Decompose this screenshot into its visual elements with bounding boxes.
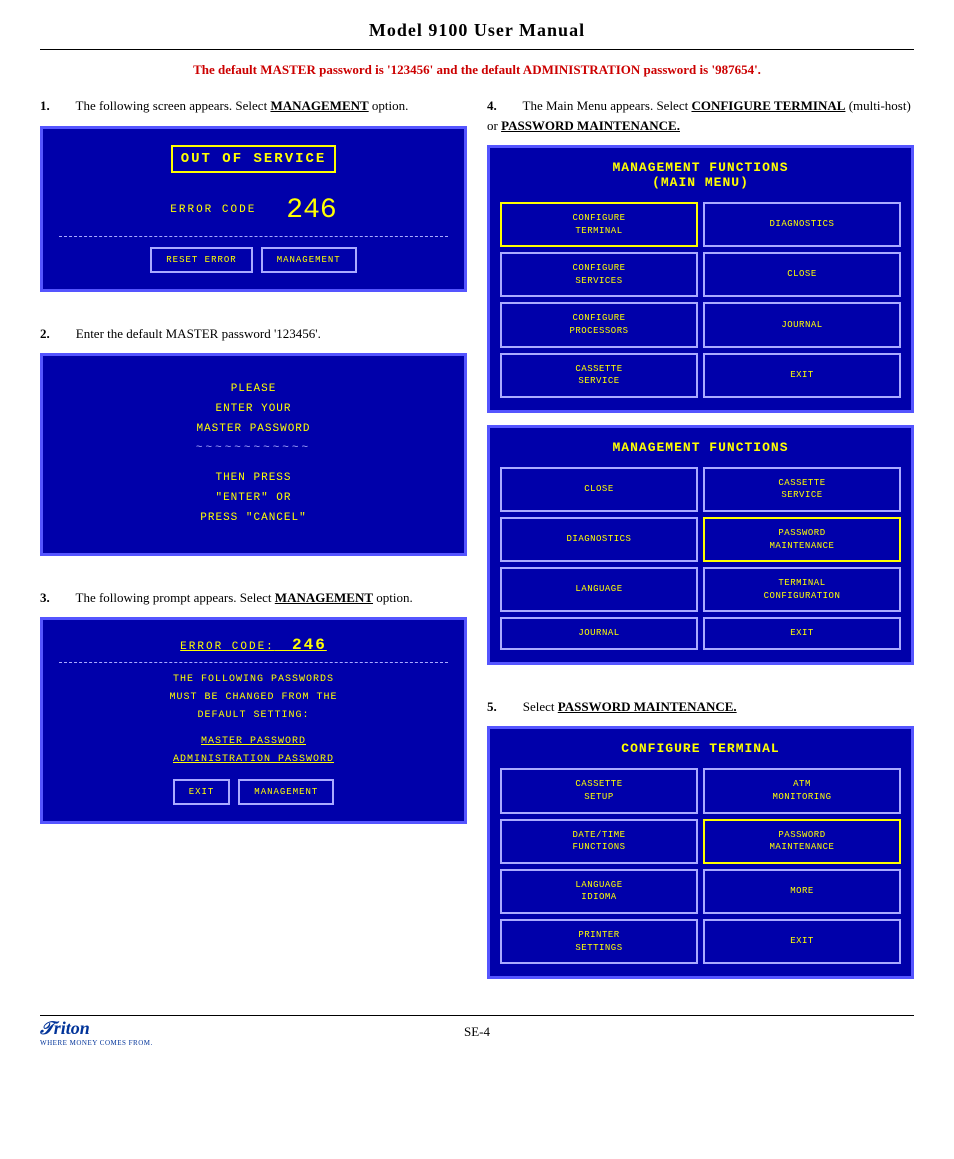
screen2-line4: THEN PRESS	[59, 469, 448, 489]
screen3-btn-row: EXIT MANAGEMENT	[59, 779, 448, 805]
atm-screen-3: ERROR CODE: 246 THE FOLLOWING PASSWORDS …	[40, 617, 467, 824]
menu2-password-maintenance[interactable]: PASSWORDMAINTENANCE	[703, 517, 901, 562]
screen3-l1: THE FOLLOWING PASSWORDS	[59, 671, 448, 689]
menu3-title: CONFIGURE TERMINAL	[500, 741, 901, 756]
red-notice: The default MASTER password is '123456' …	[40, 62, 914, 78]
atm-screen-2: PLEASE ENTER YOUR MASTER PASSWORD ~~~~~~…	[40, 353, 467, 556]
section-2: 2. Enter the default MASTER password '12…	[40, 324, 467, 556]
menu1-grid: CONFIGURETERMINAL DIAGNOSTICS CONFIGURES…	[500, 202, 901, 398]
menu2-title: MANAGEMENT FUNCTIONS	[500, 440, 901, 455]
screen2-line2: ENTER YOUR	[59, 400, 448, 420]
screen3-error-label: ERROR CODE: 246	[59, 636, 448, 654]
page-header: Model 9100 User Manual	[40, 20, 914, 50]
screen2-dashes: ~~~~~~~~~~~~	[59, 439, 448, 459]
screen3-pw2: ADMINISTRATION PASSWORD	[59, 751, 448, 769]
screen3-l3: DEFAULT SETTING:	[59, 707, 448, 725]
s3-number: 3.	[40, 590, 50, 605]
screen1-management-btn[interactable]: MANAGEMENT	[261, 247, 357, 273]
menu2-language[interactable]: LANGUAGE	[500, 567, 698, 612]
page-number: SE-4	[464, 1024, 490, 1040]
screen3-management-btn[interactable]: MANAGEMENT	[238, 779, 334, 805]
menu2-close[interactable]: CLOSE	[500, 467, 698, 512]
menu-screen-3: CONFIGURE TERMINAL CASSETTESETUP ATMMONI…	[487, 726, 914, 979]
section-1-text: 1. The following screen appears. Select …	[40, 96, 467, 116]
screen2-line6: PRESS "CANCEL"	[59, 509, 448, 529]
s1-number: 1.	[40, 98, 50, 113]
s2-number: 2.	[40, 326, 50, 341]
screen2-line5: "ENTER" OR	[59, 489, 448, 509]
s5-number: 5.	[487, 699, 497, 714]
page-footer: 𝒯riton WHERE MONEY COMES FROM. SE-4	[40, 1015, 914, 1040]
menu1-exit[interactable]: EXIT	[703, 353, 901, 398]
menu2-journal[interactable]: JOURNAL	[500, 617, 698, 650]
menu1-configure-terminal[interactable]: CONFIGURETERMINAL	[500, 202, 698, 247]
triton-logo: 𝒯riton	[40, 1018, 90, 1038]
menu-screen-2: MANAGEMENT FUNCTIONS CLOSE CASSETTESERVI…	[487, 425, 914, 665]
menu2-grid: CLOSE CASSETTESERVICE DIAGNOSTICS PASSWO…	[500, 467, 901, 650]
notice-text: The default MASTER password is '123456' …	[193, 62, 761, 77]
screen3-pw1: MASTER PASSWORD	[59, 733, 448, 751]
screen1-error-row: ERROR CODE 246	[59, 195, 448, 226]
footer-logo-area: 𝒯riton WHERE MONEY COMES FROM.	[40, 1018, 153, 1047]
screen2-line1: PLEASE	[59, 380, 448, 400]
content-area: 1. The following screen appears. Select …	[40, 96, 914, 995]
menu1-title: MANAGEMENT FUNCTIONS(MAIN MENU)	[500, 160, 901, 190]
screen3-l2: MUST BE CHANGED FROM THE	[59, 689, 448, 707]
left-column: 1. The following screen appears. Select …	[40, 96, 467, 995]
screen3-body: THE FOLLOWING PASSWORDS MUST BE CHANGED …	[59, 671, 448, 769]
screen1-dashed-line	[59, 236, 448, 237]
menu2-exit[interactable]: EXIT	[703, 617, 901, 650]
menu3-printer-settings[interactable]: PRINTERSETTINGS	[500, 919, 698, 964]
s4-number: 4.	[487, 98, 497, 113]
screen2-body: PLEASE ENTER YOUR MASTER PASSWORD ~~~~~~…	[59, 380, 448, 529]
section-4-text: 4. The Main Menu appears. Select CONFIGU…	[487, 96, 914, 135]
section-1: 1. The following screen appears. Select …	[40, 96, 467, 292]
menu1-configure-processors[interactable]: CONFIGUREPROCESSORS	[500, 302, 698, 347]
screen1-title: OUT OF SERVICE	[171, 145, 337, 173]
right-column: 4. The Main Menu appears. Select CONFIGU…	[487, 96, 914, 995]
section-5: 5. Select PASSWORD MAINTENANCE. CONFIGUR…	[487, 697, 914, 979]
menu1-close[interactable]: CLOSE	[703, 252, 901, 297]
menu1-diagnostics[interactable]: DIAGNOSTICS	[703, 202, 901, 247]
menu3-grid: CASSETTESETUP ATMMONITORING DATE/TIMEFUN…	[500, 768, 901, 964]
menu2-cassette-service[interactable]: CASSETTESERVICE	[703, 467, 901, 512]
screen1-error-label: ERROR CODE	[170, 204, 256, 216]
screen3-error-num: 246	[292, 636, 327, 654]
menu3-more[interactable]: MORE	[703, 869, 901, 914]
header-title: Model 9100 User Manual	[369, 20, 585, 40]
screen2-line3: MASTER PASSWORD	[59, 420, 448, 440]
screen1-error-number: 246	[286, 195, 336, 226]
screen3-dash1	[59, 662, 448, 663]
menu3-language-idioma[interactable]: LANGUAGEIDIOMA	[500, 869, 698, 914]
atm-screen-1: OUT OF SERVICE ERROR CODE 246 RESET ERRO…	[40, 126, 467, 292]
menu3-exit[interactable]: EXIT	[703, 919, 901, 964]
triton-logo-container: 𝒯riton WHERE MONEY COMES FROM.	[40, 1018, 153, 1047]
triton-tagline: WHERE MONEY COMES FROM.	[40, 1039, 153, 1047]
menu3-datetime-functions[interactable]: DATE/TIMEFUNCTIONS	[500, 819, 698, 864]
section-4: 4. The Main Menu appears. Select CONFIGU…	[487, 96, 914, 665]
section-5-text: 5. Select PASSWORD MAINTENANCE.	[487, 697, 914, 717]
screen3-exit-btn[interactable]: EXIT	[173, 779, 231, 805]
section-3-text: 3. The following prompt appears. Select …	[40, 588, 467, 608]
menu-screen-1: MANAGEMENT FUNCTIONS(MAIN MENU) CONFIGUR…	[487, 145, 914, 413]
menu2-diagnostics[interactable]: DIAGNOSTICS	[500, 517, 698, 562]
screen1-reset-btn[interactable]: RESET ERROR	[150, 247, 252, 273]
section-2-text: 2. Enter the default MASTER password '12…	[40, 324, 467, 344]
menu3-cassette-setup[interactable]: CASSETTESETUP	[500, 768, 698, 813]
section-3: 3. The following prompt appears. Select …	[40, 588, 467, 825]
menu3-atm-monitoring[interactable]: ATMMONITORING	[703, 768, 901, 813]
menu1-configure-services[interactable]: CONFIGURESERVICES	[500, 252, 698, 297]
screen1-btn-row: RESET ERROR MANAGEMENT	[59, 247, 448, 273]
menu1-journal[interactable]: JOURNAL	[703, 302, 901, 347]
menu1-cassette-service[interactable]: CASSETTESERVICE	[500, 353, 698, 398]
menu2-terminal-configuration[interactable]: TERMINALCONFIGURATION	[703, 567, 901, 612]
menu3-password-maintenance[interactable]: PASSWORDMAINTENANCE	[703, 819, 901, 864]
